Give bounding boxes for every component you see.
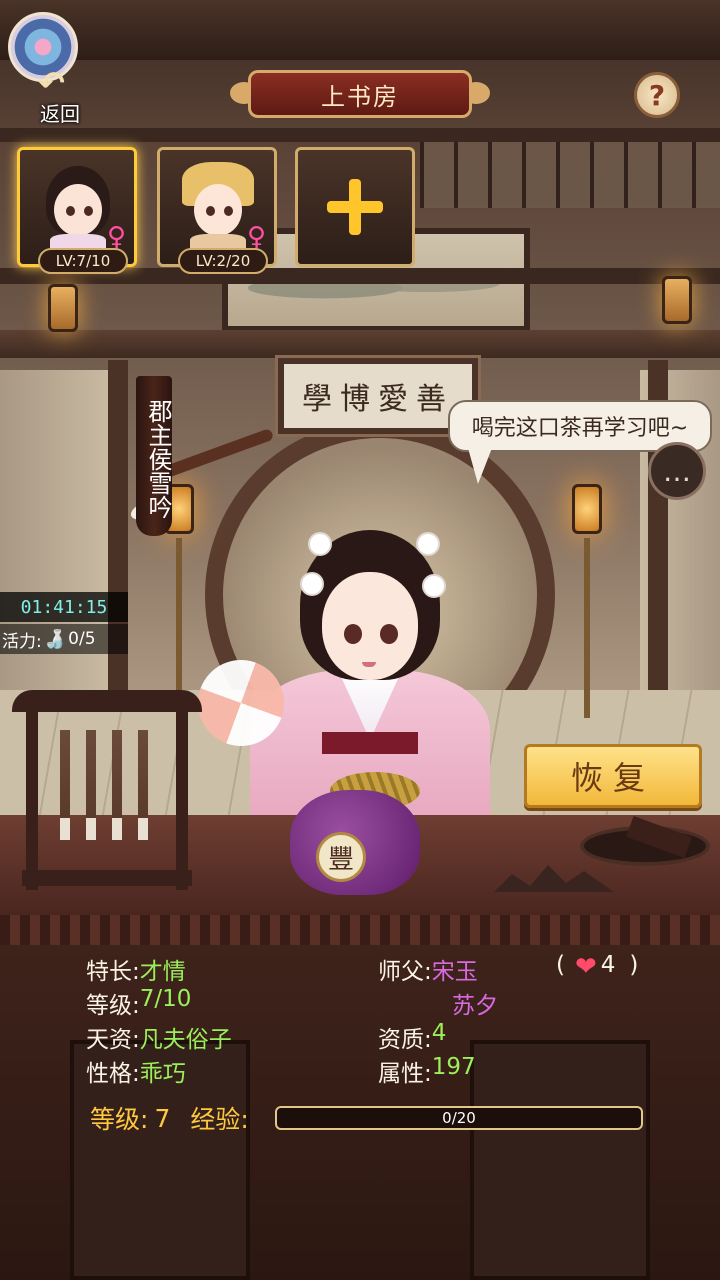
lamp-stand [176,538,182,698]
exp-label: 经验: [190,1105,249,1134]
level-tag: LV:7/10 [38,248,128,274]
back-button[interactable]: 返回 [40,98,80,127]
teacher-name[interactable]: 宋玉 [432,952,478,986]
student-slot-2[interactable]: ♀ LV:2/20 [157,147,277,274]
vitality-label: 活力: [2,631,42,652]
level-progress: 等级: 7 经验: [90,1100,249,1136]
level-value: 7 [154,1103,171,1133]
flower-icon [308,532,332,556]
cabinet-door [470,1040,650,1280]
plus-icon [327,179,383,235]
restore-button[interactable]: 恢复 [524,744,702,808]
bag-label: 豐 [316,832,366,882]
personality-row: 性格: 乖巧 [86,1061,186,1087]
flower-icon [422,574,446,598]
help-button[interactable]: ? [634,72,680,118]
teacher-row: 师父: 宋玉 [378,952,478,986]
lattice-window [420,142,720,208]
vitality-counter: 活力: 🍶 0/5 [0,624,128,654]
brush-rack-icon [12,690,202,890]
lantern-icon [662,276,692,324]
level-tag: LV:2/20 [178,248,268,274]
desk-pattern-band [0,915,720,945]
page-title: 上书房 [248,70,472,118]
vitality-value: 0/5 [68,629,96,649]
level-row: 等级: 7/10 [86,986,192,1019]
attribute-row: 属性: 197 [378,1054,476,1087]
character-eye [344,624,362,644]
flower-icon [416,532,440,556]
character-belt [322,732,418,754]
ceiling-beam [0,330,720,358]
affection-display: ( ❤ 4 ) [556,952,639,982]
wine-cup-icon: 🍶 [43,628,67,650]
exp-progress-bar: 0/20 [275,1106,643,1130]
flower-icon [300,572,324,596]
ceiling-beam [0,0,720,60]
study-timer: 01:41:15 [0,592,128,622]
character-name: 郡主侯雪吟 [136,376,172,536]
chat-bubble-icon[interactable]: … [648,442,706,500]
heart-icon: ❤ [574,952,597,982]
add-student-button[interactable] [295,147,415,267]
student-slot-1[interactable]: ♀ LV:7/10 [17,147,137,274]
lamp-icon [572,484,602,534]
aptitude-row: 资质: 4 [378,1020,447,1053]
lamp-stand [584,538,590,718]
lantern-icon [48,284,78,332]
speech-bubble-tail [468,448,492,484]
ceiling-beam [0,128,720,142]
level-label: 等级: [90,1105,149,1134]
exp-text: 0/20 [442,1109,476,1127]
talent-row: 天资: 凡夫俗子 [86,1027,232,1053]
back-arrow-icon[interactable]: ↶ [38,64,65,102]
specialty-row: 特长: 才情 [86,959,186,985]
character-eye [380,624,398,644]
teacher-name-2[interactable]: 苏夕 [452,986,498,1020]
